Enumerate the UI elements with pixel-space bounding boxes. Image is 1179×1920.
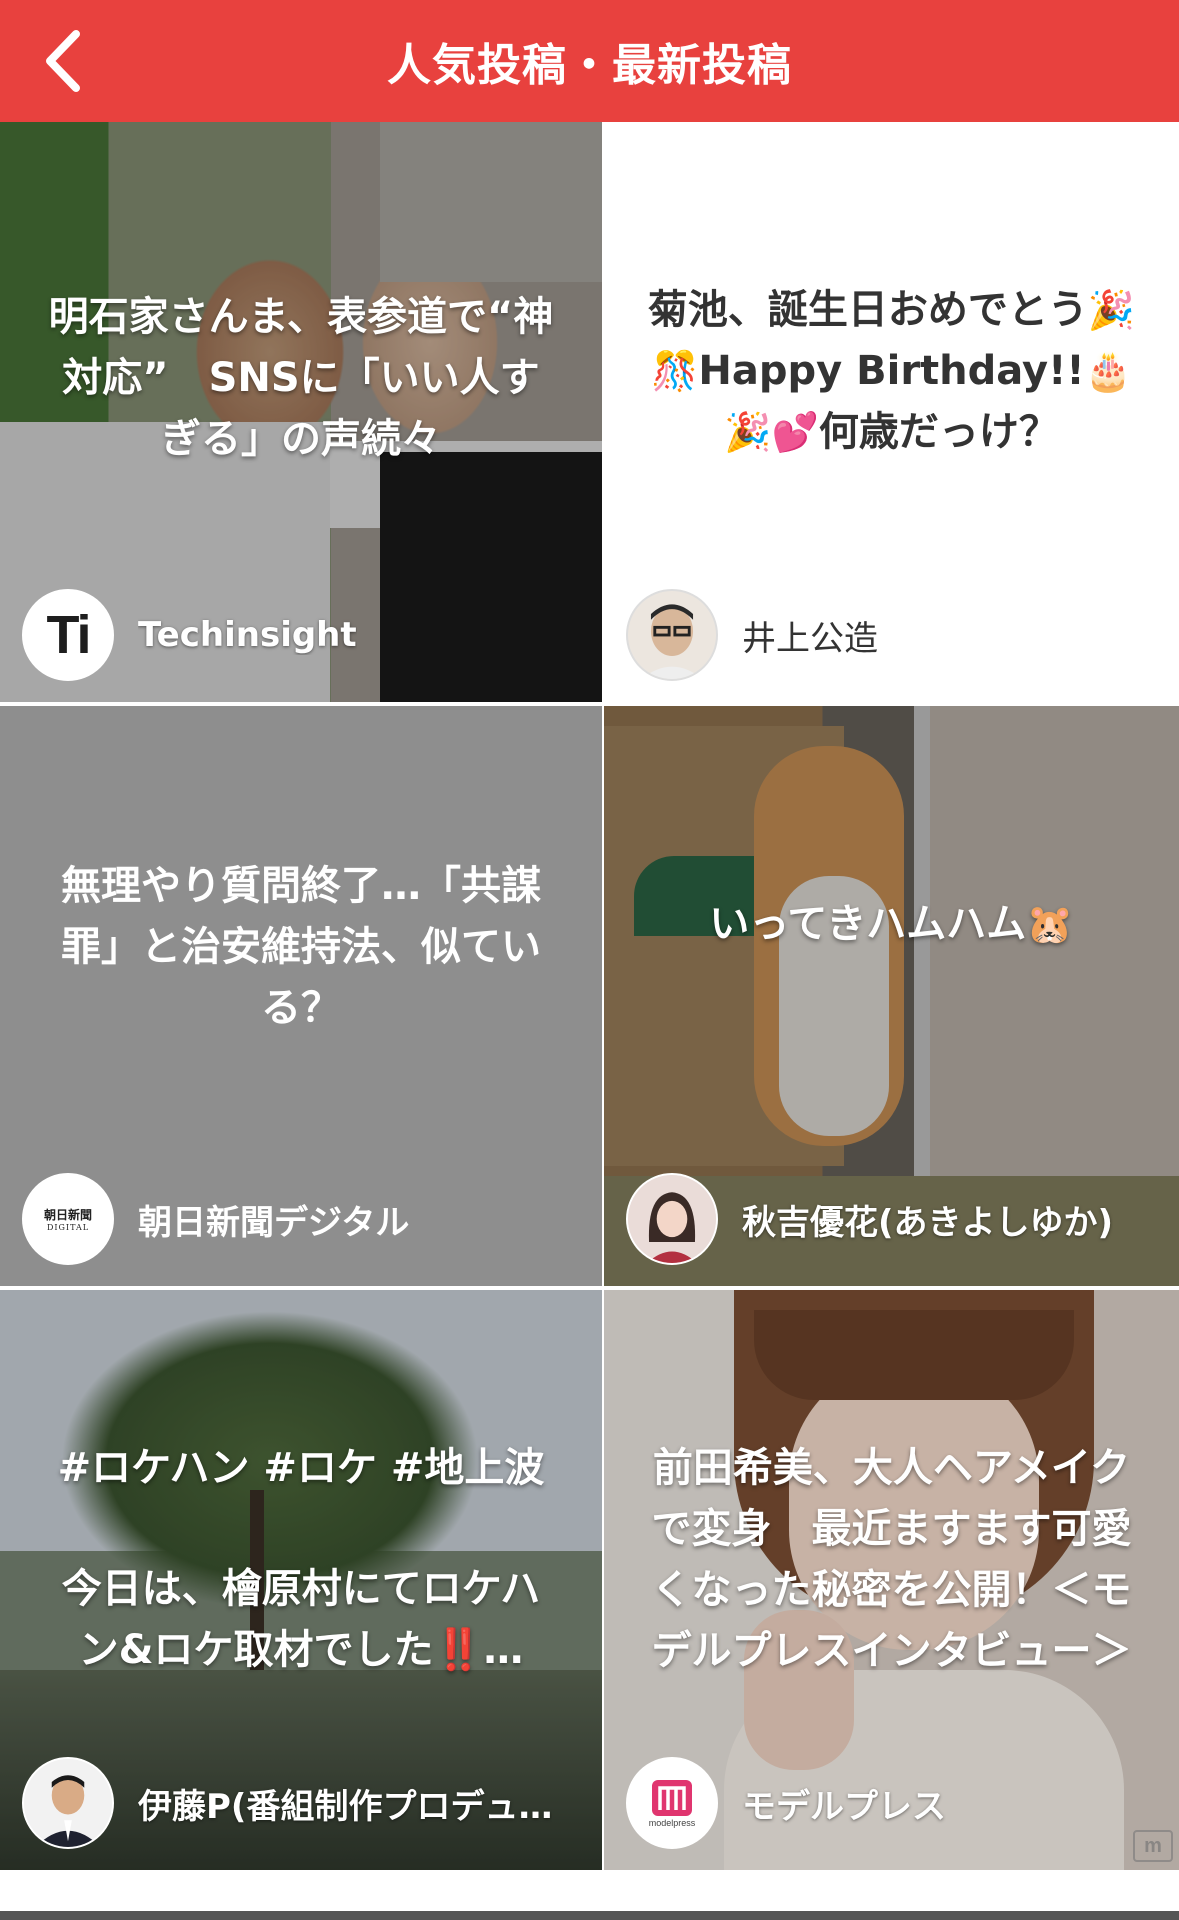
author-name: 伊藤P(番組制作プロデュ… (138, 1786, 553, 1827)
top-bar: 人気投稿・最新投稿 (0, 0, 1179, 122)
post-tile[interactable]: 無理やり質問終了…「共謀 罪」と治安維持法、似てい る？ 朝日新聞 DIGITA… (0, 706, 602, 1286)
avatar (626, 1173, 718, 1265)
avatar: modelpress (626, 1757, 718, 1849)
page-title: 人気投稿・最新投稿 (387, 40, 792, 91)
avatar (22, 1757, 114, 1849)
post-grid: 明石家さんま、表参道で“神 対応” SNSに「いい人す ぎる」の声続々 Ti T… (0, 122, 1179, 1920)
author-name: モデルプレス (742, 1786, 946, 1827)
post-author[interactable]: 朝日新聞 DIGITAL 朝日新聞デジタル (22, 1171, 582, 1267)
watermark: m (1133, 1830, 1173, 1862)
hamster-icon: 🐹 (1026, 902, 1074, 946)
post-author[interactable]: 井上公造 (626, 587, 1159, 683)
party-popper-icon: 🎉 (1087, 288, 1136, 332)
avatar: Ti (22, 589, 114, 681)
post-text: 菊池、誕生日おめでとう🎉 🎊Happy Birthday!!🎂 🎉💕何歳だっけ？ (647, 287, 1136, 455)
chevron-left-icon (46, 30, 80, 92)
post-author[interactable]: 秋吉優花(あきよしゆか) (626, 1171, 1159, 1267)
post-tile[interactable]: #ロケハン #ロケ #地上波 今日は、檜原村にてロケハ ン&ロケ取材でした‼️…… (0, 1290, 602, 1870)
avatar: 朝日新聞 DIGITAL (22, 1173, 114, 1265)
author-name: 井上公造 (742, 618, 878, 659)
person-photo-icon (641, 604, 703, 679)
post-author[interactable]: modelpress モデルプレス (626, 1755, 1159, 1851)
cake-icon: 🎂 (1084, 349, 1132, 393)
post-tile[interactable]: 前田希美、大人ヘアメイク で変身 最近ますます可愛 くなった秘密を公開！＜モ デ… (604, 1290, 1179, 1870)
post-text: 無理やり質問終了…「共謀 罪」と治安維持法、似てい る？ (61, 863, 541, 1031)
party-popper-icon: 🎉 (724, 410, 772, 454)
post-tile[interactable]: いってきハムハム🐹 秋吉優花(あきよしゆか) (604, 706, 1179, 1286)
post-text: 前田希美、大人ヘアメイク で変身 最近ますます可愛 くなった秘密を公開！＜モ デ… (651, 1445, 1132, 1674)
post-text: 明石家さんま、表参道で“神 対応” SNSに「いい人す ぎる」の声続々 (48, 294, 554, 462)
avatar (626, 589, 718, 681)
post-tile[interactable]: 明石家さんま、表参道で“神 対応” SNSに「いい人す ぎる」の声続々 Ti T… (0, 122, 602, 702)
modelpress-logo-icon (652, 1780, 692, 1816)
post-text: #ロケハン #ロケ #地上波 今日は、檜原村にてロケハ ン&ロケ取材でした‼️… (57, 1445, 545, 1673)
post-tile[interactable]: 菊池、誕生日おめでとう🎉 🎊Happy Birthday!!🎂 🎉💕何歳だっけ？… (604, 122, 1179, 702)
next-row-preview (0, 1911, 1179, 1920)
post-text: いってきハムハム🐹 (709, 901, 1074, 947)
back-button[interactable] (24, 24, 100, 98)
author-name: Techinsight (138, 615, 357, 655)
person-photo-icon (628, 1175, 716, 1263)
author-name: 秋吉優花(あきよしゆか) (742, 1202, 1114, 1243)
hearts-icon: 💕 (771, 410, 819, 454)
post-author[interactable]: Ti Techinsight (22, 587, 582, 683)
author-name: 朝日新聞デジタル (138, 1202, 410, 1243)
confetti-ball-icon: 🎊 (651, 349, 699, 393)
double-exclamation-icon: ‼️ (433, 1627, 484, 1673)
post-author[interactable]: 伊藤P(番組制作プロデュ… (22, 1755, 582, 1851)
person-photo-icon (24, 1759, 112, 1847)
